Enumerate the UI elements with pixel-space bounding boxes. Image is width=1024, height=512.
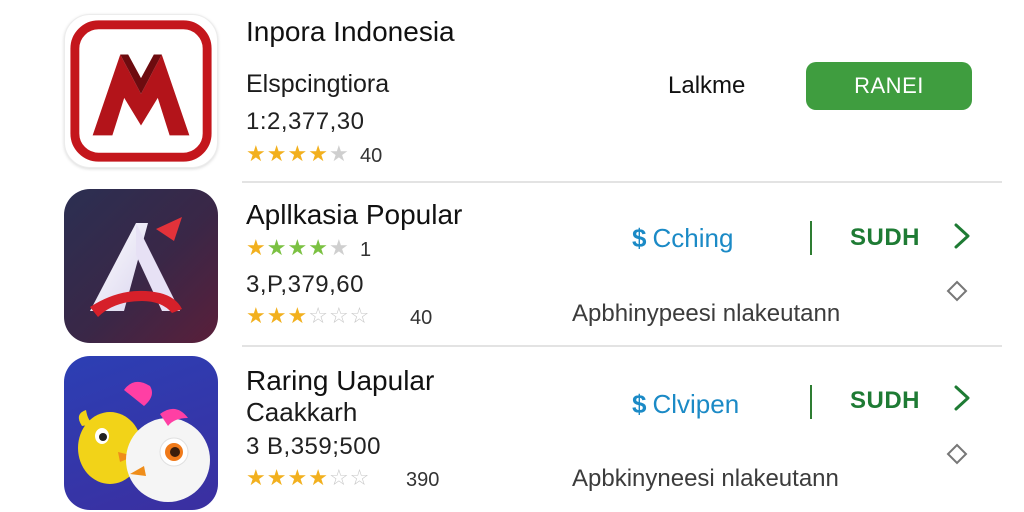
separator xyxy=(810,385,812,419)
chevron-right-icon[interactable] xyxy=(950,383,974,413)
app-developer: Elspcingtiora xyxy=(246,70,390,98)
letter-a-logo-icon[interactable] xyxy=(64,189,218,343)
action-label[interactable]: SUDH xyxy=(850,387,920,415)
star-empty-icon: ★ xyxy=(328,235,349,260)
app-row-3[interactable]: Raring Uapular Caakkarh 3 B,359;500 ★ ★ … xyxy=(0,347,1024,512)
star-empty-icon: ★ xyxy=(328,141,349,166)
star-rating: ★ ★ ★ ☆ ☆ ☆ xyxy=(246,305,369,327)
dollar-icon: $ xyxy=(632,389,647,419)
star-icon: ★ xyxy=(287,465,308,490)
star-icon: ★ xyxy=(287,303,308,328)
star-outline-icon: ☆ xyxy=(328,303,349,328)
rating-value: 40 xyxy=(410,307,433,329)
star-icon: ★ xyxy=(266,235,287,260)
diamond-icon[interactable] xyxy=(946,443,968,465)
star-outline-icon: ☆ xyxy=(349,303,370,328)
action-label[interactable]: Lalkme xyxy=(668,72,745,100)
install-button[interactable]: RANEI xyxy=(806,62,972,110)
star-icon: ★ xyxy=(287,235,308,260)
star-icon: ★ xyxy=(246,141,266,166)
download-count: 1:2,377,30 xyxy=(246,108,365,135)
star-icon: ★ xyxy=(308,235,328,260)
star-icon: ★ xyxy=(266,465,287,490)
app-description: Apbhinypeesi nlakeutann xyxy=(572,300,841,327)
star-icon: ★ xyxy=(246,303,266,328)
dollar-icon: $ xyxy=(632,223,647,253)
download-count: 3,P,379,60 xyxy=(246,271,365,298)
diamond-icon[interactable] xyxy=(946,280,968,302)
red-m-logo-icon[interactable] xyxy=(64,14,218,168)
star-icon: ★ xyxy=(287,141,308,166)
star-rating-top: ★ ★ ★ ★ ★ xyxy=(246,237,349,259)
rating-value-top: 1 xyxy=(360,239,372,261)
app-row-2[interactable]: Apllkasia Popular ★ ★ ★ ★ ★ 1 3,P,379,60… xyxy=(0,183,1024,347)
star-icon: ★ xyxy=(246,235,266,260)
rating-value: 40 xyxy=(360,145,383,167)
download-count: 3 B,359;500 xyxy=(246,433,381,460)
status-link[interactable]: $ Cching xyxy=(632,223,733,254)
star-icon: ★ xyxy=(308,141,328,166)
star-icon: ★ xyxy=(266,141,287,166)
star-outline-icon: ☆ xyxy=(328,465,349,490)
app-title[interactable]: Inpora Indonesia xyxy=(246,16,455,48)
star-icon: ★ xyxy=(308,465,328,490)
star-icon: ★ xyxy=(246,465,266,490)
bird-characters-icon[interactable] xyxy=(64,356,218,510)
rating-value: 390 xyxy=(406,469,440,491)
status-label: Clvipen xyxy=(652,389,740,419)
app-subtitle: Caakkarh xyxy=(246,397,358,427)
star-outline-icon: ☆ xyxy=(308,303,328,328)
status-label: Cching xyxy=(652,223,734,253)
app-title[interactable]: Apllkasia Popular xyxy=(246,199,462,231)
status-link[interactable]: $ Clvipen xyxy=(632,389,739,420)
app-title[interactable]: Raring Uapular xyxy=(246,365,434,397)
star-icon: ★ xyxy=(266,303,287,328)
app-row-1[interactable]: Inpora Indonesia Elspcingtiora 1:2,377,3… xyxy=(0,0,1024,183)
star-rating: ★ ★ ★ ★ ☆ ☆ xyxy=(246,467,369,489)
action-label[interactable]: SUDH xyxy=(850,224,920,252)
app-description: Apbkinyneesi nlakeutann xyxy=(572,465,839,492)
star-rating: ★ ★ ★ ★ ★ xyxy=(246,143,349,165)
star-outline-icon: ☆ xyxy=(349,465,370,490)
chevron-right-icon[interactable] xyxy=(950,221,974,251)
separator xyxy=(810,221,812,255)
